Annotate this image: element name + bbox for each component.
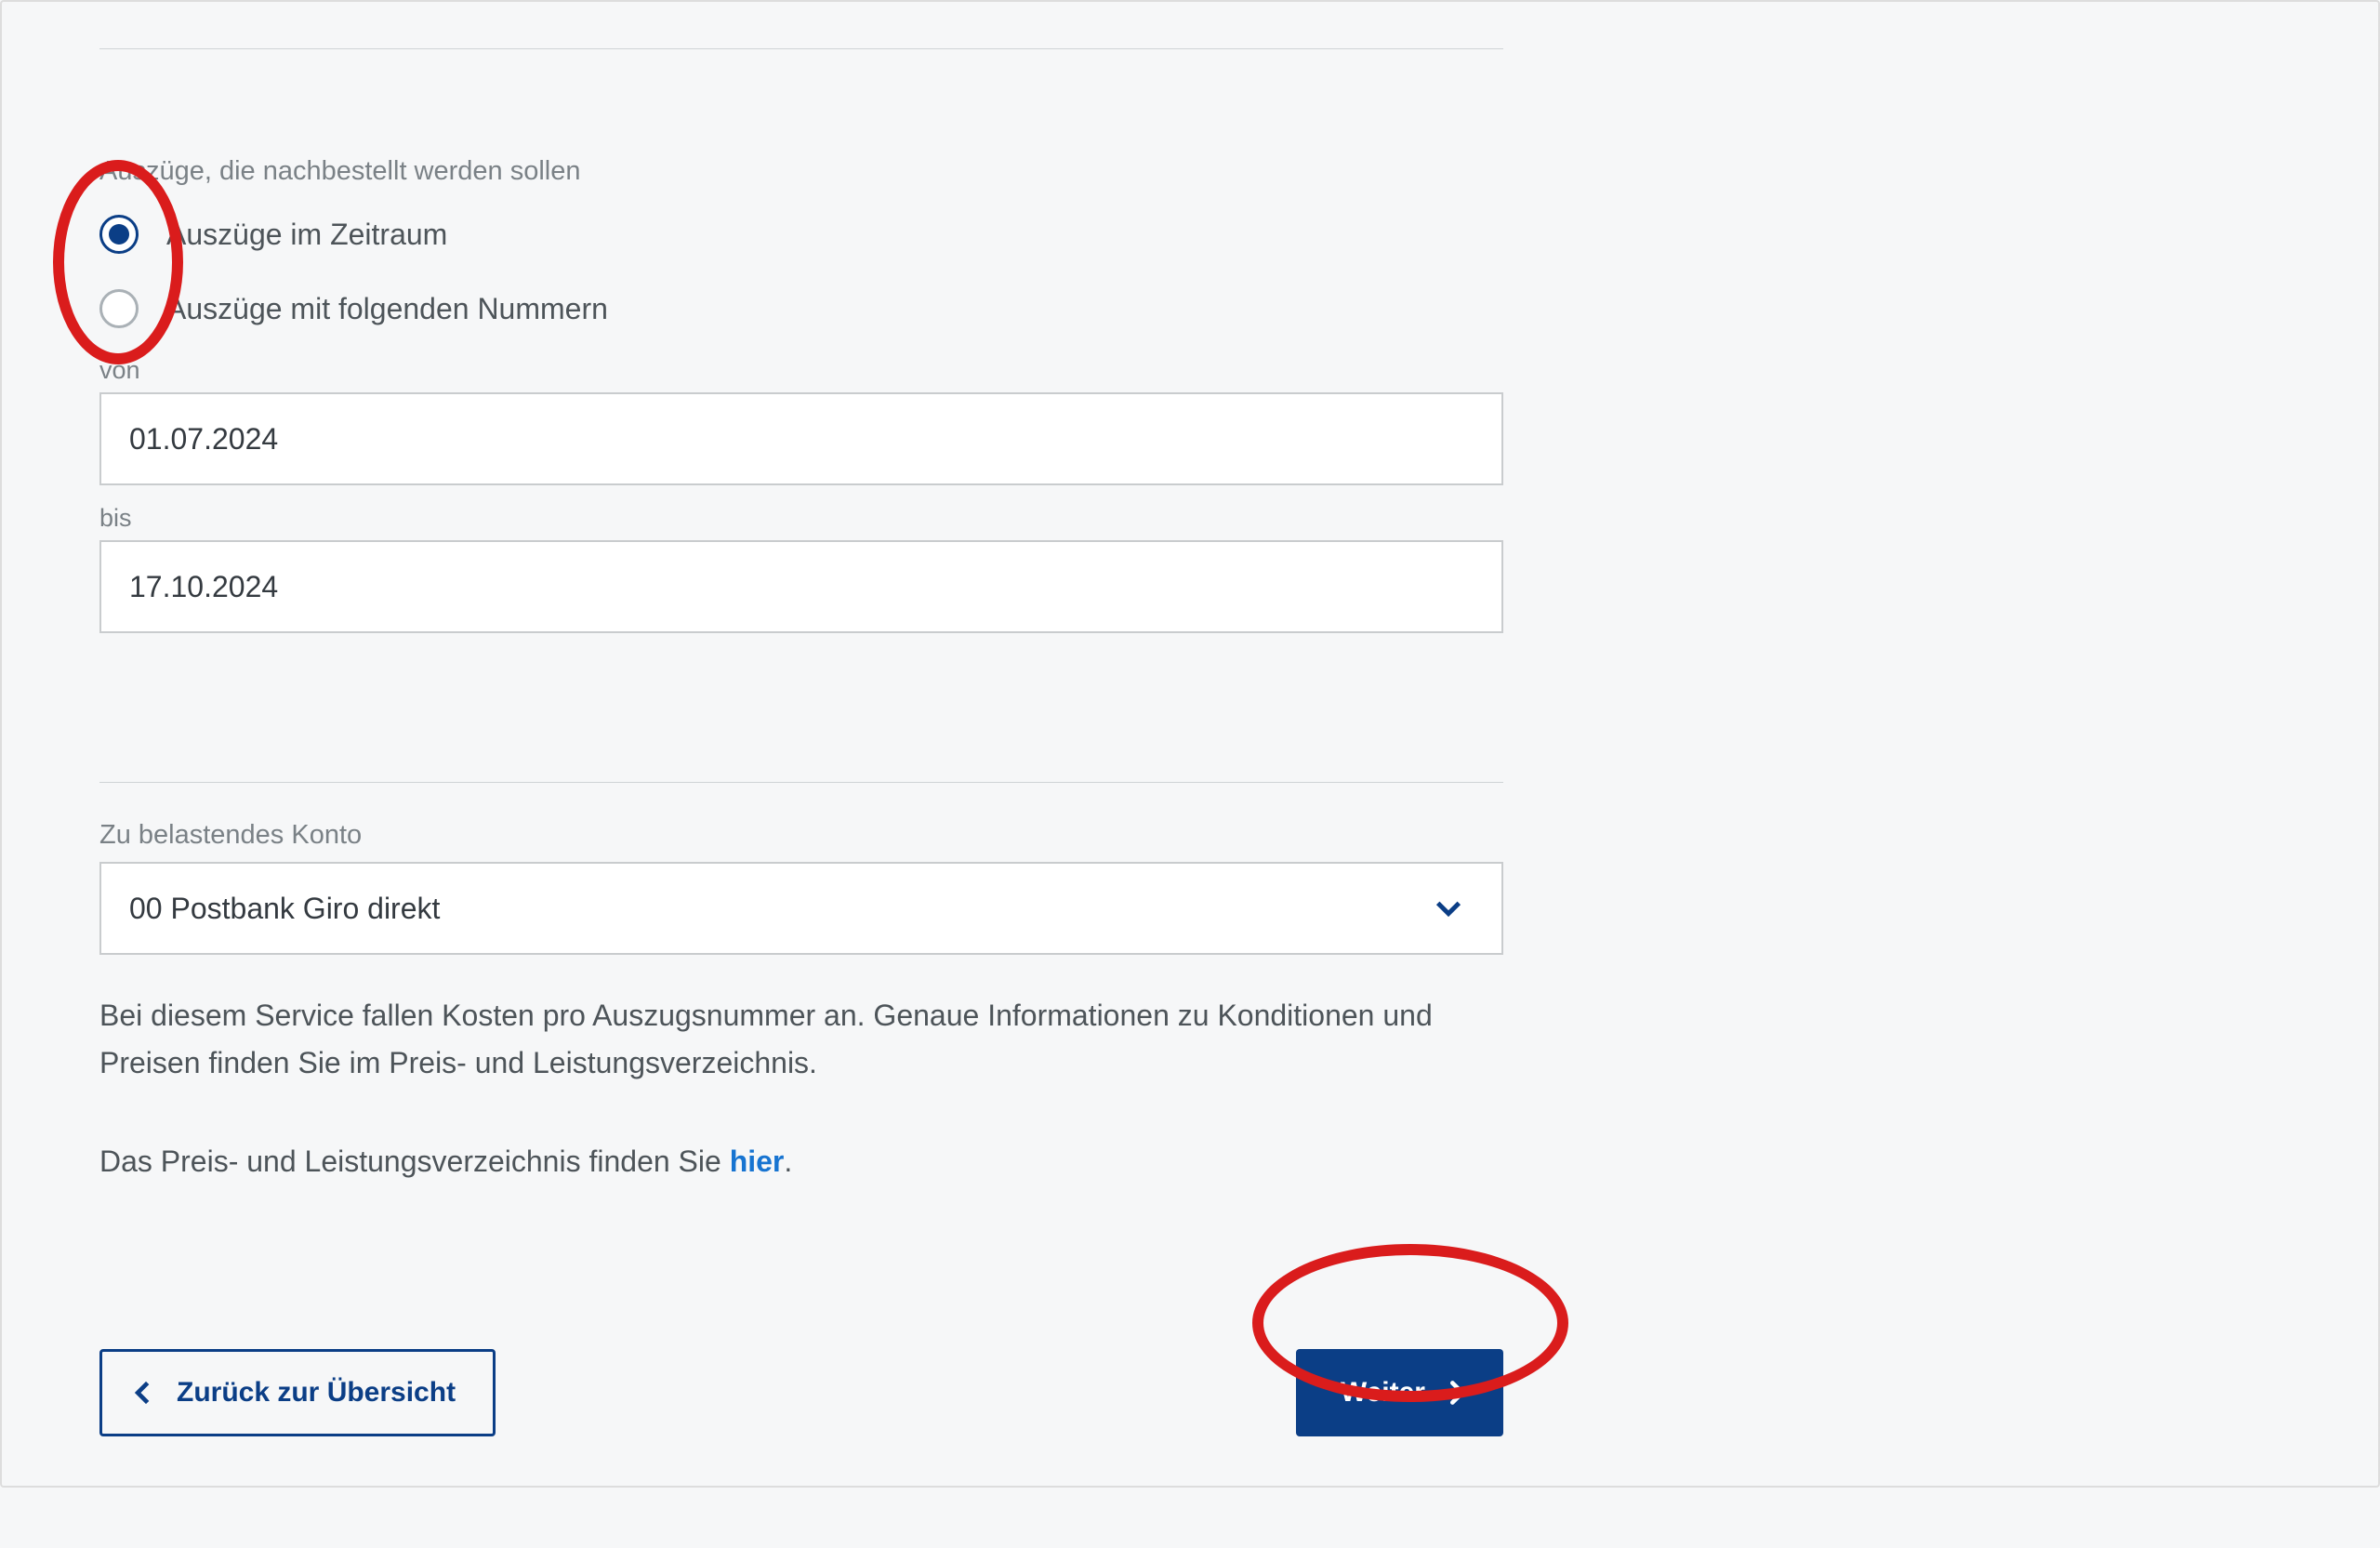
account-label: Zu belastendes Konto — [99, 820, 1503, 851]
von-input[interactable] — [99, 392, 1503, 485]
chevron-left-icon — [130, 1380, 156, 1406]
back-button-label: Zurück zur Übersicht — [177, 1377, 456, 1409]
bis-input[interactable] — [99, 540, 1503, 633]
radio-option-nummern[interactable]: Auszüge mit folgenden Nummern — [99, 289, 1503, 328]
cost-info-text: Bei diesem Service fallen Kosten pro Aus… — [99, 992, 1503, 1087]
radio-label-zeitraum: Auszüge im Zeitraum — [166, 218, 447, 252]
link-suffix: . — [784, 1144, 792, 1178]
divider-mid — [99, 782, 1503, 783]
price-list-link[interactable]: hier — [730, 1144, 785, 1178]
divider-top — [99, 48, 1503, 49]
account-selected-value: 00 Postbank Giro direkt — [129, 892, 440, 926]
chevron-right-icon — [1444, 1380, 1470, 1406]
radio-group-label: Auszüge, die nachbestellt werden sollen — [99, 156, 1503, 187]
next-button[interactable]: Weiter — [1296, 1349, 1503, 1436]
chevron-down-icon — [1433, 893, 1464, 924]
bis-label: bis — [99, 504, 1503, 533]
radio-indicator-unchecked — [99, 289, 139, 328]
back-button[interactable]: Zurück zur Übersicht — [99, 1349, 496, 1436]
form-container: Auszüge, die nachbestellt werden sollen … — [99, 2, 1503, 1548]
radio-option-zeitraum[interactable]: Auszüge im Zeitraum — [99, 215, 1503, 254]
radio-indicator-checked — [99, 215, 139, 254]
account-select[interactable]: 00 Postbank Giro direkt — [99, 862, 1503, 955]
radio-group: Auszüge im Zeitraum Auszüge mit folgende… — [99, 215, 1503, 328]
link-prefix: Das Preis- und Leistungsverzeichnis find… — [99, 1144, 730, 1178]
price-list-link-line: Das Preis- und Leistungsverzeichnis find… — [99, 1138, 1503, 1185]
radio-label-nummern: Auszüge mit folgenden Nummern — [166, 292, 608, 326]
next-button-label: Weiter — [1341, 1377, 1425, 1409]
button-row: Zurück zur Übersicht Weiter — [99, 1349, 1503, 1436]
von-label: von — [99, 356, 1503, 385]
